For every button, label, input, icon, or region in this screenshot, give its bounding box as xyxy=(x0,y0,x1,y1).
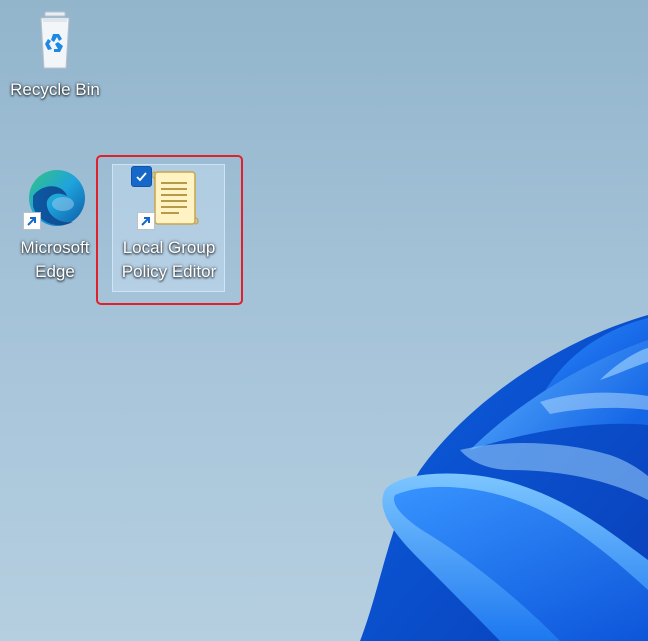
edge-icon xyxy=(23,166,87,230)
desktop-icon-label: Recycle Bin xyxy=(10,80,100,99)
desktop-icon-microsoft-edge[interactable]: Microsoft Edge xyxy=(10,166,100,284)
desktop[interactable]: Recycle Bin Microsoft Edge Local Group P… xyxy=(0,0,648,641)
desktop-icon-label: Microsoft Edge xyxy=(20,238,90,281)
desktop-icon-recycle-bin[interactable]: Recycle Bin xyxy=(10,8,100,102)
highlight-annotation-frame xyxy=(96,155,243,305)
recycle-bin-icon xyxy=(23,8,87,72)
shortcut-arrow-icon xyxy=(23,212,41,230)
